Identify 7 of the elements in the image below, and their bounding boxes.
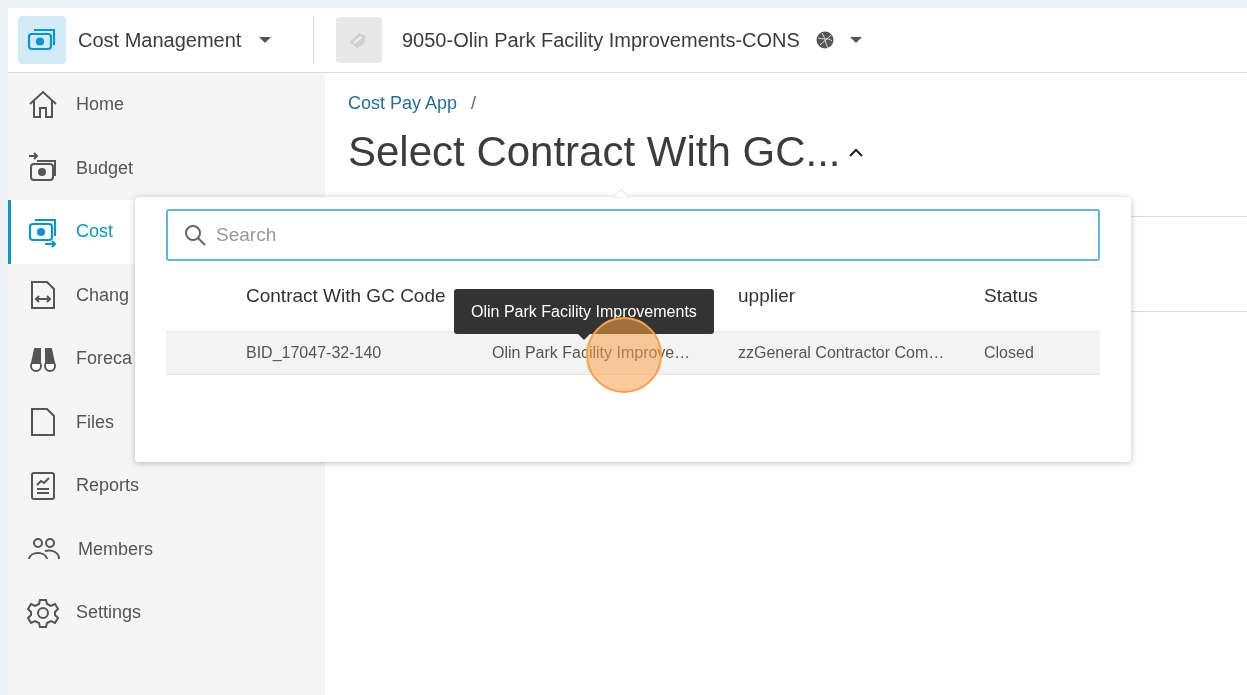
table-cell-text: Closed: [984, 344, 1035, 362]
table-cell-text: BID_17047-32-140: [246, 344, 383, 362]
tooltip: Olin Park Facility Improvements: [454, 289, 714, 340]
breadcrumb-separator: /: [471, 93, 477, 114]
project-name: 9050-Olin Park Facility Improvements-CONS: [402, 28, 800, 52]
app-name: Cost Management: [78, 28, 242, 52]
table-cell-text: zzGeneral Contractor Com…: [738, 344, 946, 362]
